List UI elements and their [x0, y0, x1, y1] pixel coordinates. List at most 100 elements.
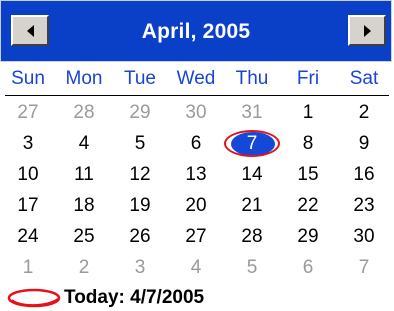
- day-cell[interactable]: 6: [168, 128, 224, 159]
- day-number: 6: [190, 133, 202, 154]
- day-cell[interactable]: 11: [56, 159, 112, 190]
- weekday-label: Sun: [11, 68, 45, 89]
- day-cell[interactable]: 31: [224, 97, 280, 128]
- day-cell[interactable]: 4: [56, 128, 112, 159]
- day-number: 16: [353, 164, 375, 185]
- day-number: 4: [190, 257, 202, 278]
- month-year-title[interactable]: April, 2005: [1, 1, 391, 63]
- day-cell[interactable]: 17: [0, 190, 56, 221]
- day-number: 31: [241, 102, 263, 123]
- calendar-header: April, 2005: [0, 0, 392, 62]
- day-cell[interactable]: 16: [336, 159, 392, 190]
- day-number: 17: [17, 195, 39, 216]
- weekday-label: Wed: [176, 68, 216, 89]
- day-cell[interactable]: 1: [280, 97, 336, 128]
- day-cell[interactable]: 3: [112, 252, 168, 283]
- day-number: 13: [185, 164, 207, 185]
- today-footer[interactable]: Today: 4/7/2005: [0, 284, 394, 311]
- day-number: 29: [297, 226, 319, 247]
- day-number: 8: [302, 133, 314, 154]
- day-number: 2: [358, 102, 370, 123]
- day-number: 10: [17, 164, 39, 185]
- day-cell[interactable]: 25: [56, 221, 112, 252]
- previous-month-button[interactable]: [11, 15, 49, 46]
- day-number: 23: [353, 195, 375, 216]
- triangle-right-icon: [363, 24, 371, 37]
- day-number: 3: [22, 133, 34, 154]
- today-label: Today: 4/7/2005: [64, 286, 205, 308]
- day-number: 28: [241, 226, 263, 247]
- day-number: 21: [241, 195, 263, 216]
- day-cell[interactable]: 29: [280, 221, 336, 252]
- day-cell[interactable]: 28: [56, 97, 112, 128]
- day-cell[interactable]: 2: [336, 97, 392, 128]
- day-number: 30: [185, 102, 207, 123]
- day-number: 25: [73, 226, 95, 247]
- day-cell[interactable]: 30: [168, 97, 224, 128]
- day-cell[interactable]: 10: [0, 159, 56, 190]
- day-number: 24: [17, 226, 39, 247]
- today-circle-icon: [7, 288, 61, 307]
- month-calendar: April, 2005 Sun Mon Tue Wed Thu Fri Sat …: [0, 0, 394, 311]
- day-cell[interactable]: 12: [112, 159, 168, 190]
- weekday-label: Sat: [349, 68, 379, 89]
- day-number: 19: [129, 195, 151, 216]
- day-cell[interactable]: 5: [224, 252, 280, 283]
- day-number: 7: [358, 257, 370, 278]
- weekday-header-row: Sun Mon Tue Wed Thu Fri Sat: [0, 64, 394, 94]
- day-number: 14: [241, 164, 263, 185]
- header-divider: [5, 95, 389, 96]
- day-cell[interactable]: 21: [224, 190, 280, 221]
- day-cell[interactable]: 5: [112, 128, 168, 159]
- day-cell-selected[interactable]: 7: [224, 128, 280, 159]
- day-number: 5: [246, 257, 258, 278]
- day-cell[interactable]: 20: [168, 190, 224, 221]
- day-cell[interactable]: 30: [336, 221, 392, 252]
- triangle-left-icon: [26, 24, 34, 37]
- day-number: 1: [22, 257, 34, 278]
- weekday-label: Thu: [235, 68, 269, 89]
- day-number: 30: [353, 226, 375, 247]
- day-cell[interactable]: 2: [56, 252, 112, 283]
- day-cell[interactable]: 26: [112, 221, 168, 252]
- day-number: 29: [129, 102, 151, 123]
- day-cell[interactable]: 24: [0, 221, 56, 252]
- day-cell[interactable]: 14: [224, 159, 280, 190]
- day-cell[interactable]: 23: [336, 190, 392, 221]
- day-number: 12: [129, 164, 151, 185]
- day-number: 20: [185, 195, 207, 216]
- day-cell[interactable]: 15: [280, 159, 336, 190]
- day-cell[interactable]: 22: [280, 190, 336, 221]
- day-cell[interactable]: 1: [0, 252, 56, 283]
- day-number: 27: [17, 102, 39, 123]
- day-number: 1: [302, 102, 314, 123]
- day-cell[interactable]: 19: [112, 190, 168, 221]
- day-cell[interactable]: 29: [112, 97, 168, 128]
- day-cell[interactable]: 27: [0, 97, 56, 128]
- day-number: 11: [74, 164, 94, 185]
- day-cell[interactable]: 9: [336, 128, 392, 159]
- next-month-button[interactable]: [348, 15, 386, 46]
- day-cell[interactable]: 4: [168, 252, 224, 283]
- day-cell[interactable]: 8: [280, 128, 336, 159]
- day-cell[interactable]: 3: [0, 128, 56, 159]
- day-number: 6: [302, 257, 314, 278]
- day-cell[interactable]: 27: [168, 221, 224, 252]
- day-number: 18: [73, 195, 95, 216]
- day-grid: 27 28 29 30 31 1 2 3 4 5 6 7 8 9 10 11 12 13 14 15 16 17 18 19 2…: [0, 97, 394, 283]
- day-number: 5: [134, 133, 146, 154]
- day-number: 22: [297, 195, 319, 216]
- day-cell[interactable]: 6: [280, 252, 336, 283]
- day-cell[interactable]: 18: [56, 190, 112, 221]
- day-number: 27: [185, 226, 207, 247]
- day-cell[interactable]: 28: [224, 221, 280, 252]
- day-number: 4: [78, 133, 90, 154]
- day-cell[interactable]: 7: [336, 252, 392, 283]
- weekday-label: Tue: [123, 68, 157, 89]
- weekday-label: Mon: [65, 68, 103, 89]
- day-number: 28: [73, 102, 95, 123]
- today-ring-icon: [224, 130, 280, 157]
- day-cell[interactable]: 13: [168, 159, 224, 190]
- day-number: 3: [134, 257, 146, 278]
- day-number: 9: [358, 133, 370, 154]
